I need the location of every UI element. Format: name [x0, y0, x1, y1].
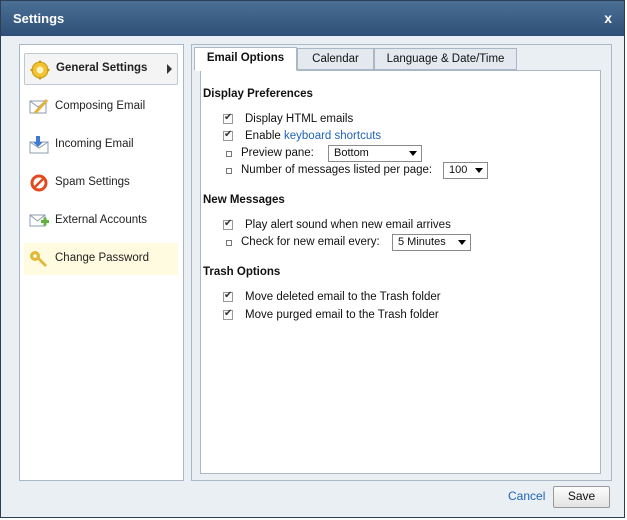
- add-mail-icon: [29, 214, 49, 227]
- checkbox-keyboard-shortcuts[interactable]: [223, 129, 233, 141]
- option-label: Move deleted email to the Trash folder: [245, 291, 441, 303]
- tab-calendar[interactable]: Calendar: [297, 48, 374, 70]
- dropdown-arrow-icon: [409, 151, 417, 156]
- dropdown-arrow-icon: [475, 168, 483, 173]
- dialog-title: Settings: [13, 11, 65, 26]
- preview-pane-value: Bottom: [334, 147, 369, 159]
- save-button[interactable]: Save: [553, 486, 610, 508]
- chevron-right-icon: [167, 64, 172, 74]
- check-interval-select[interactable]: 5 Minutes: [392, 234, 471, 251]
- key-icon: [30, 251, 47, 267]
- sidebar-item-label: Composing Email: [55, 100, 146, 112]
- settings-dialog: Settings x General Settings Composing Em…: [0, 0, 625, 518]
- email-options-panel: Display Preferences Display HTML emails …: [200, 70, 601, 474]
- sidebar-item-label: General Settings: [56, 62, 148, 74]
- sidebar-item-label: Spam Settings: [55, 176, 130, 188]
- settings-content: Email Options Calendar Language & Date/T…: [191, 44, 612, 481]
- messages-per-page-value: 100: [449, 164, 468, 176]
- bullet-icon: [226, 168, 232, 174]
- sidebar-item-label: External Accounts: [55, 214, 148, 226]
- sidebar-item-composing-email[interactable]: Composing Email: [24, 91, 178, 123]
- preview-pane-select[interactable]: Bottom: [328, 145, 422, 162]
- sidebar-item-external-accounts[interactable]: External Accounts: [24, 205, 178, 237]
- enable-prefix: Enable: [245, 130, 285, 142]
- option-label: Number of messages listed per page:: [241, 164, 433, 176]
- sidebar-item-label: Change Password: [55, 252, 149, 264]
- checkbox-display-html[interactable]: [223, 112, 233, 124]
- no-entry-icon: [30, 174, 48, 192]
- tab-email-options[interactable]: Email Options: [194, 47, 297, 71]
- bullet-icon: [226, 151, 232, 157]
- close-icon[interactable]: x: [604, 10, 612, 26]
- section-title-trash-options: Trash Options: [203, 266, 281, 278]
- gear-icon: [30, 60, 50, 80]
- option-label: Preview pane:: [241, 147, 314, 159]
- messages-per-page-select[interactable]: 100: [443, 162, 488, 179]
- compose-icon: [29, 98, 49, 115]
- check-interval-value: 5 Minutes: [398, 236, 446, 248]
- section-title-display-preferences: Display Preferences: [203, 88, 313, 100]
- dropdown-arrow-icon: [458, 240, 466, 245]
- option-label: Move purged email to the Trash folder: [245, 309, 439, 321]
- sidebar: General Settings Composing Email Incomin…: [19, 44, 184, 481]
- inbox-icon: [29, 136, 49, 154]
- option-label: Check for new email every:: [241, 236, 380, 248]
- sidebar-item-incoming-email[interactable]: Incoming Email: [24, 129, 178, 161]
- tab-language-date-time[interactable]: Language & Date/Time: [374, 48, 517, 70]
- sidebar-item-change-password[interactable]: Change Password: [24, 243, 178, 275]
- sidebar-item-spam-settings[interactable]: Spam Settings: [24, 167, 178, 199]
- title-bar: Settings x: [1, 1, 624, 36]
- option-label: Display HTML emails: [245, 113, 354, 125]
- section-title-new-messages: New Messages: [203, 194, 285, 206]
- keyboard-shortcuts-link[interactable]: keyboard shortcuts: [284, 130, 381, 142]
- checkbox-move-purged[interactable]: [223, 308, 233, 320]
- option-label: Enable keyboard shortcuts: [245, 130, 381, 142]
- checkbox-alert-sound[interactable]: [223, 218, 233, 230]
- cancel-button[interactable]: Cancel: [508, 489, 545, 503]
- sidebar-item-label: Incoming Email: [55, 138, 134, 150]
- sidebar-item-general-settings[interactable]: General Settings: [24, 53, 178, 85]
- option-label: Play alert sound when new email arrives: [245, 219, 451, 231]
- checkbox-move-deleted[interactable]: [223, 290, 233, 302]
- bullet-icon: [226, 240, 232, 246]
